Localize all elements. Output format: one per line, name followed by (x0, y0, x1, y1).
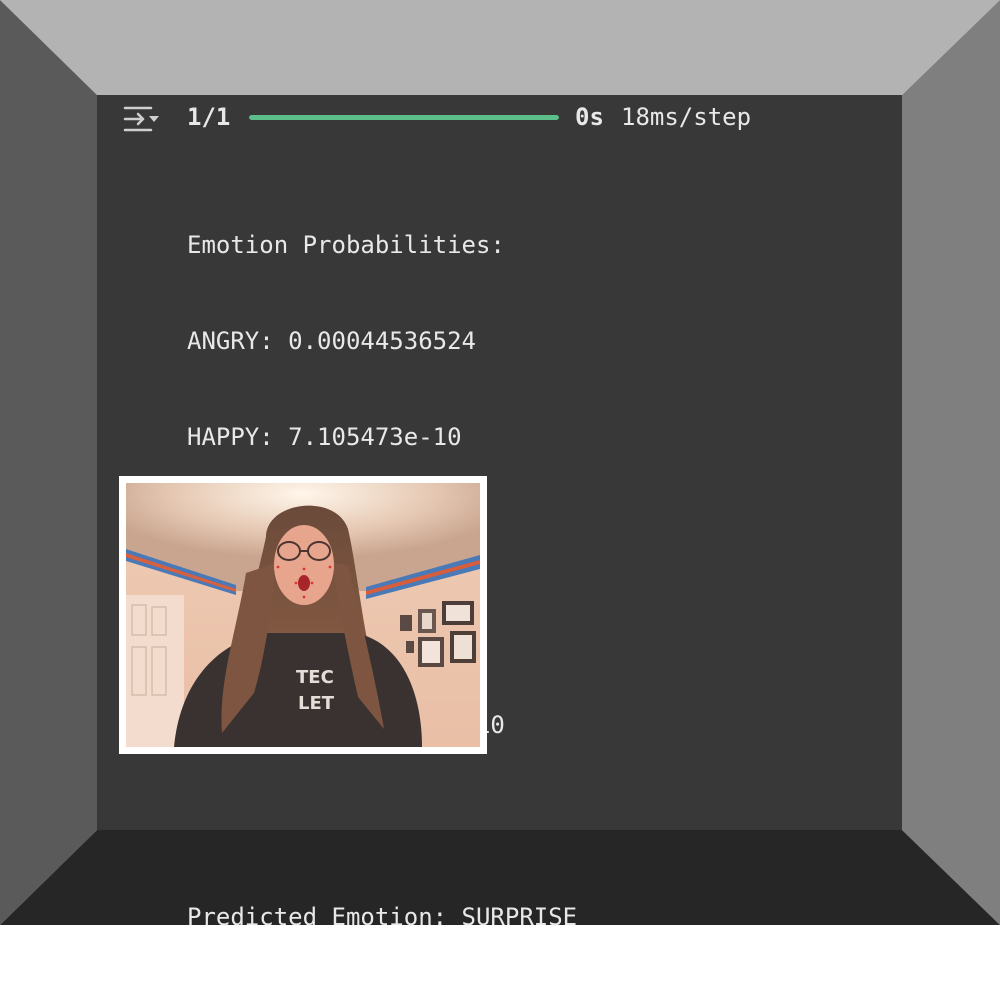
progress-row: 1/1 0s 18ms/step (97, 95, 902, 139)
progress-fill (249, 115, 559, 120)
elapsed-time: 0s (575, 103, 604, 131)
shirt-print: TEC (296, 667, 334, 688)
progress-bar (249, 115, 559, 120)
bevel-top (0, 0, 1000, 95)
webcam-image: TEC LET (119, 476, 487, 754)
svg-text:LET: LET (298, 693, 335, 714)
output-expand-icon[interactable] (121, 103, 161, 135)
notebook-frame: 1/1 0s 18ms/step Emotion Probabilities: … (0, 0, 1000, 931)
webcam-photo: TEC LET (126, 483, 480, 747)
probabilities-heading: Emotion Probabilities: (187, 231, 505, 259)
bevel-left (0, 0, 97, 925)
step-count: 1/1 (187, 103, 231, 131)
bevel-right (902, 0, 1000, 925)
predicted-emotion: Predicted Emotion: SURPRISE (187, 903, 578, 931)
probability-line-happy: HAPPY: 7.105473e-10 (187, 423, 462, 451)
output-cell: 1/1 0s 18ms/step Emotion Probabilities: … (97, 95, 902, 931)
probability-line-angry: ANGRY: 0.00044536524 (187, 327, 476, 355)
step-rate: 18ms/step (621, 103, 752, 131)
